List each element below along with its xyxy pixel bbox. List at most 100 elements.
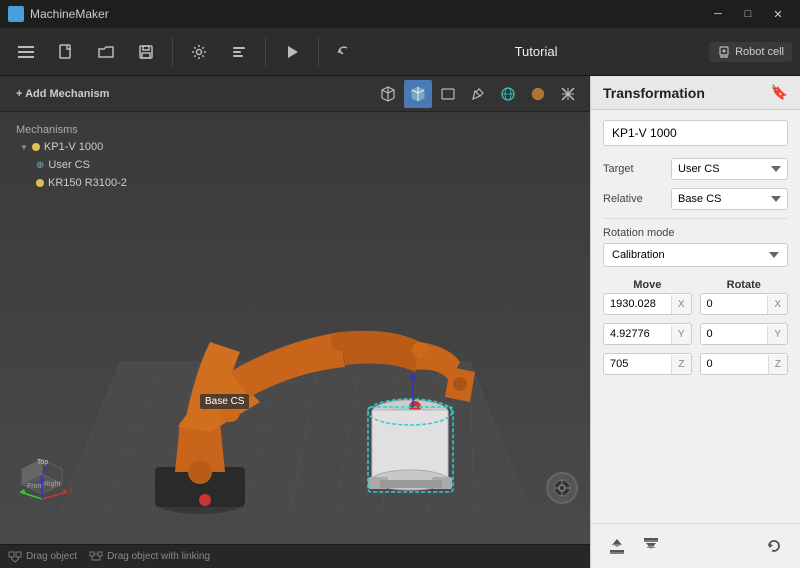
align-button[interactable] [637, 532, 665, 560]
rotation-mode-label: Rotation mode [603, 227, 788, 239]
x-row: X X [603, 293, 788, 319]
rotate-x-input-wrapper: X [700, 293, 789, 315]
main-area: + Add Mechanism [0, 76, 800, 568]
close-button[interactable]: ✕ [764, 3, 792, 25]
target-label: Target [603, 163, 665, 175]
camera-widget[interactable] [546, 472, 578, 504]
snap-to-ground-button[interactable] [603, 532, 631, 560]
relative-label: Relative [603, 193, 665, 205]
toolbar-title: Tutorial [515, 44, 558, 59]
mechanism-name-input[interactable] [603, 120, 788, 146]
move-y-input[interactable] [604, 324, 671, 344]
play-button[interactable] [274, 34, 310, 70]
mechanisms-label: Mechanisms [0, 120, 160, 138]
panel-content: Target User CS Base CS World CS Relative… [591, 110, 800, 523]
app-name: MachineMaker [30, 7, 109, 21]
titlebar-controls: ─ □ ✕ [704, 3, 792, 25]
status-drag-label: Drag object [26, 551, 77, 562]
move-x-input-wrapper: X [603, 293, 692, 315]
move-x-input[interactable] [604, 294, 671, 314]
save-button[interactable] [128, 34, 164, 70]
svg-text:Front: Front [27, 483, 43, 490]
rotate-y-col: Y [700, 323, 789, 349]
maximize-button[interactable]: □ [734, 3, 762, 25]
flat-box-tool[interactable] [434, 80, 462, 108]
z-row: Z Z [603, 353, 788, 379]
scene-tree: Mechanisms ▼ KP1-V 1000 ⊕ User CS KR150 … [0, 112, 160, 200]
undo-button[interactable] [327, 34, 363, 70]
rotate-x-col: X [700, 293, 789, 319]
tree-arrow: ▼ [20, 143, 28, 152]
minimize-button[interactable]: ─ [704, 3, 732, 25]
svg-text:X: X [69, 487, 72, 496]
rotate-x-axis-label: X [767, 295, 787, 314]
relative-row: Relative Base CS User CS World CS [603, 188, 788, 210]
toolbar-divider-1 [172, 38, 173, 66]
main-toolbar: Tutorial Robot cell [0, 28, 800, 76]
move-z-input-wrapper: Z [603, 353, 692, 375]
axis-indicator: Front Right Top X Z [12, 444, 72, 504]
move-y-input-wrapper: Y [603, 323, 692, 345]
move-z-input[interactable] [604, 354, 671, 374]
rotate-z-input-wrapper: Z [700, 353, 789, 375]
robot-cell-label: Robot cell [735, 46, 784, 58]
move-z-axis-label: Z [671, 355, 690, 374]
kr150-label: KR150 R3100-2 [48, 177, 127, 189]
move-x-axis-label: X [671, 295, 691, 314]
titlebar-left: MachineMaker [8, 6, 109, 22]
target-row: Target User CS Base CS World CS [603, 158, 788, 180]
menu-button[interactable] [8, 34, 44, 70]
reset-button[interactable] [760, 532, 788, 560]
new-button[interactable] [48, 34, 84, 70]
move-x-col: X [603, 293, 692, 319]
toolbar-divider-2 [265, 38, 266, 66]
kr150-item[interactable]: KR150 R3100-2 [0, 174, 160, 192]
relative-select[interactable]: Base CS User CS World CS [671, 188, 788, 210]
status-drag-linking: Drag object with linking [89, 551, 210, 563]
sub-toolbar-tools [374, 80, 582, 108]
properties-button[interactable] [221, 34, 257, 70]
toolbar-right: Robot cell [709, 42, 792, 62]
kp1-tree-item[interactable]: ▼ KP1-V 1000 [0, 138, 160, 156]
titlebar: MachineMaker ─ □ ✕ [0, 0, 800, 28]
base-cs-label: Base CS [200, 394, 249, 409]
solid-box-tool[interactable] [404, 80, 432, 108]
target-select[interactable]: User CS Base CS World CS [671, 158, 788, 180]
rotate-y-input[interactable] [701, 324, 768, 344]
user-cs-item[interactable]: ⊕ User CS [0, 156, 160, 174]
rotate-y-input-wrapper: Y [700, 323, 789, 345]
rotate-x-input[interactable] [701, 294, 768, 314]
rotate-col-label: Rotate [700, 279, 789, 291]
circle-tool[interactable] [524, 80, 552, 108]
app-icon [8, 6, 24, 22]
svg-text:Right: Right [44, 481, 60, 488]
status-drag-linking-label: Drag object with linking [107, 551, 210, 562]
bookmark-icon[interactable]: 🔖 [771, 84, 788, 101]
add-mechanism-button[interactable]: + Add Mechanism [8, 84, 117, 104]
move-y-col: Y [603, 323, 692, 349]
svg-text:Top: Top [37, 459, 48, 466]
move-col-label: Move [603, 279, 692, 291]
move-y-axis-label: Y [671, 325, 691, 344]
sphere-tool[interactable] [494, 80, 522, 108]
footer-icons-left [603, 532, 665, 560]
kp1-status-icon [32, 143, 40, 151]
robot-cell-badge[interactable]: Robot cell [709, 42, 792, 62]
status-drag: Drag object [8, 551, 77, 563]
rotation-mode-section: Rotation mode Calibration XYZ Euler ZYX … [603, 227, 788, 279]
kp1-label: KP1-V 1000 [44, 141, 103, 153]
sub-toolbar: + Add Mechanism [0, 76, 590, 112]
divider-1 [603, 218, 788, 219]
rotate-z-input[interactable] [701, 354, 768, 374]
toolbar-center: Tutorial [367, 44, 705, 59]
paint-tool[interactable] [464, 80, 492, 108]
panel-footer [591, 523, 800, 568]
open-button[interactable] [88, 34, 124, 70]
wireframe-box-tool[interactable] [374, 80, 402, 108]
rotate-z-axis-label: Z [768, 355, 787, 374]
cross-tool[interactable] [554, 80, 582, 108]
rotation-mode-select[interactable]: Calibration XYZ Euler ZYX Euler Quaterni… [603, 243, 788, 267]
user-cs-icon: ⊕ [36, 160, 44, 171]
settings-button[interactable] [181, 34, 217, 70]
svg-text:Z: Z [43, 467, 48, 476]
